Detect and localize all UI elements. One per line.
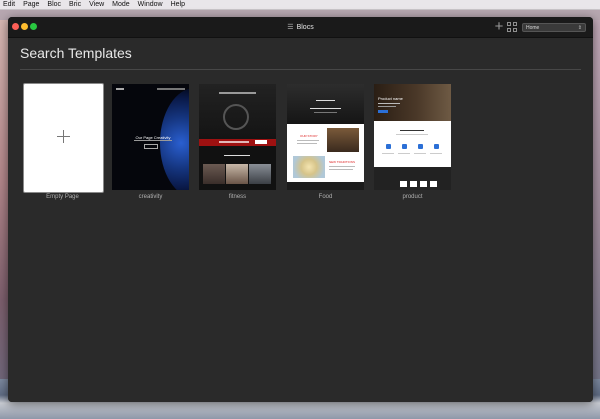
menu-bric[interactable]: Bric xyxy=(65,0,85,9)
page-title: Search Templates xyxy=(20,45,132,61)
template-label: fitness xyxy=(228,194,247,200)
template-thumbnail[interactable]: OUR STORY NEW TRADITIONS xyxy=(287,84,364,190)
menu-bloc[interactable]: Bloc xyxy=(43,0,65,9)
template-thumbnail[interactable]: Product name xyxy=(374,84,451,190)
template-card-fitness[interactable]: fitness xyxy=(199,84,276,200)
divider xyxy=(20,69,581,70)
feature-icon xyxy=(402,144,407,149)
menu-window[interactable]: Window xyxy=(134,0,167,9)
window-title-text: Blocs xyxy=(296,23,314,31)
template-label: Empty Page xyxy=(46,194,79,200)
plus-icon[interactable]: + xyxy=(492,19,506,34)
thumbnail-photo xyxy=(293,156,325,178)
app-window: ☰ Blocs + Home ⇕ Search Templates Empty … xyxy=(8,17,593,402)
menu-lines-icon: ☰ xyxy=(287,24,294,31)
thumbnail-photo xyxy=(249,164,271,184)
page-select-value: Home xyxy=(526,25,540,31)
menu-page[interactable]: Page xyxy=(19,0,43,9)
template-card-food[interactable]: OUR STORY NEW TRADITIONS Food xyxy=(287,84,364,200)
menubar: Edit Page Bloc Bric View Mode Window Hel… xyxy=(0,0,600,10)
thumbnail-hero-text: Product name xyxy=(378,96,403,101)
feature-icon xyxy=(418,144,423,149)
thumbnail-photo xyxy=(203,164,225,184)
chevron-updown-icon: ⇕ xyxy=(577,25,582,31)
template-card-creativity[interactable]: Our Page Creativity creativity xyxy=(112,84,189,200)
menu-mode[interactable]: Mode xyxy=(108,0,134,9)
template-thumbnail[interactable] xyxy=(199,84,276,190)
template-card-product[interactable]: Product name product xyxy=(374,84,451,200)
template-label: product xyxy=(402,194,423,200)
fitness-image xyxy=(223,104,249,130)
desktop-wallpaper-right xyxy=(592,20,600,419)
thumbnail-section-label: OUR STORY xyxy=(300,134,318,138)
template-card-empty-page[interactable]: Empty Page xyxy=(23,83,104,200)
menu-help[interactable]: Help xyxy=(167,0,189,9)
template-thumbnail[interactable] xyxy=(23,83,104,193)
thumbnail-photo xyxy=(327,128,359,152)
page-select[interactable]: Home ⇕ xyxy=(522,23,586,32)
desktop-wallpaper-left xyxy=(0,20,8,419)
titlebar: ☰ Blocs + Home ⇕ xyxy=(8,17,593,38)
template-thumbnail[interactable]: Our Page Creativity xyxy=(112,84,189,190)
template-label: Food xyxy=(318,194,333,200)
grid-icon[interactable] xyxy=(507,22,517,32)
menu-view[interactable]: View xyxy=(85,0,108,9)
menu-edit[interactable]: Edit xyxy=(0,0,19,9)
feature-icon xyxy=(386,144,391,149)
thumbnail-photo xyxy=(226,164,248,184)
feature-icon xyxy=(434,144,439,149)
template-label: creativity xyxy=(138,194,163,200)
thumbnail-section-label: NEW TRADITIONS xyxy=(329,160,355,164)
